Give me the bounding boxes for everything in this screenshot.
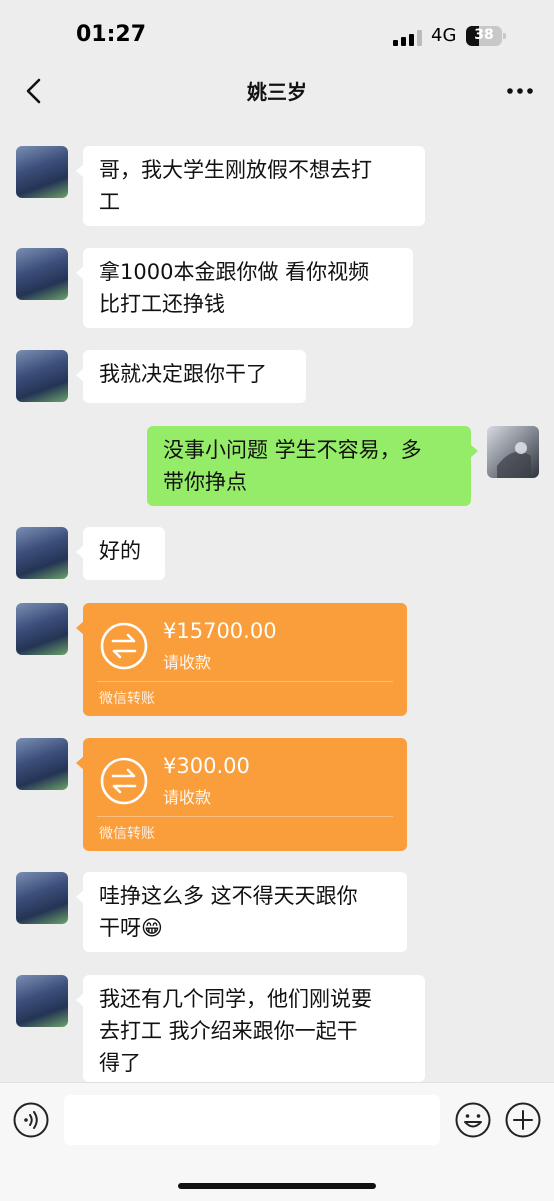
message-line: 好的: [99, 539, 141, 563]
transfer-card[interactable]: ¥15700.00 请收款 微信转账: [76, 603, 407, 716]
avatar[interactable]: [487, 426, 539, 478]
input-bar: [0, 1082, 554, 1201]
message-line: 拿1000本金跟你做 看你视频: [99, 260, 370, 284]
voice-icon: [13, 1102, 49, 1138]
message-bubble[interactable]: 哇挣这么多 这不得天天跟你 干呀😁: [76, 872, 407, 952]
message-line: 我就决定跟你干了: [99, 362, 267, 386]
emoji-icon: [455, 1102, 491, 1138]
message-line: 带你挣点: [163, 470, 247, 494]
avatar[interactable]: [16, 146, 68, 198]
message-bubble[interactable]: 哥，我大学生刚放假不想去打 工: [76, 146, 425, 226]
avatar[interactable]: [16, 872, 68, 924]
message-line: 哥，我大学生刚放假不想去打: [99, 158, 372, 182]
transfer-amount: ¥15700.00: [163, 619, 277, 643]
message-bubble[interactable]: 没事小问题 学生不容易，多 带你挣点: [147, 426, 478, 506]
status-time: 01:27: [76, 22, 147, 47]
avatar[interactable]: [16, 738, 68, 790]
more-dots-icon: [507, 88, 533, 94]
more-button[interactable]: [504, 76, 536, 106]
signal-icon: [393, 30, 425, 46]
transfer-amount: ¥300.00: [163, 754, 250, 778]
message-bubble[interactable]: 拿1000本金跟你做 看你视频 比打工还挣钱: [76, 248, 413, 328]
divider: [97, 816, 393, 817]
chat-title: 姚三岁: [247, 80, 307, 104]
message-line: 没事小问题 学生不容易，多: [163, 438, 422, 462]
message-line: 干呀😁: [99, 916, 163, 940]
message-bubble[interactable]: 我就决定跟你干了: [76, 350, 306, 403]
transfer-note: 请收款: [163, 788, 212, 807]
emoji-button[interactable]: [454, 1101, 492, 1139]
message-line: 去打工 我介绍来跟你一起干: [99, 1019, 358, 1043]
transfer-arrows-icon: [100, 622, 148, 670]
message-line: 哇挣这么多 这不得天天跟你: [99, 884, 358, 908]
divider: [97, 681, 393, 682]
transfer-arrows-icon: [100, 757, 148, 805]
message-line: 工: [99, 190, 120, 214]
battery-level: 38: [474, 27, 494, 43]
network-type: 4G: [431, 25, 457, 46]
avatar[interactable]: [16, 603, 68, 655]
avatar[interactable]: [16, 248, 68, 300]
chat-header: 姚三岁: [0, 64, 554, 116]
plus-icon: [505, 1102, 541, 1138]
transfer-footer: 微信转账: [99, 691, 155, 707]
message-line: 我还有几个同学，他们刚说要: [99, 987, 372, 1011]
battery-icon: 38: [466, 26, 506, 46]
plus-button[interactable]: [504, 1101, 542, 1139]
home-indicator: [178, 1183, 376, 1189]
avatar[interactable]: [16, 975, 68, 1027]
avatar-image: [497, 442, 531, 478]
message-bubble[interactable]: 我还有几个同学，他们刚说要 去打工 我介绍来跟你一起干 得了: [76, 975, 425, 1082]
message-bubble[interactable]: 好的: [76, 527, 165, 580]
transfer-card[interactable]: ¥300.00 请收款 微信转账: [76, 738, 407, 851]
voice-button[interactable]: [12, 1101, 50, 1139]
transfer-note: 请收款: [163, 653, 212, 672]
transfer-footer: 微信转账: [99, 826, 155, 842]
message-line: 比打工还挣钱: [99, 292, 225, 316]
message-input[interactable]: [64, 1095, 440, 1145]
message-line: 得了: [99, 1051, 141, 1075]
avatar[interactable]: [16, 350, 68, 402]
avatar[interactable]: [16, 527, 68, 579]
status-bar: 01:27 4G 38: [0, 0, 554, 72]
